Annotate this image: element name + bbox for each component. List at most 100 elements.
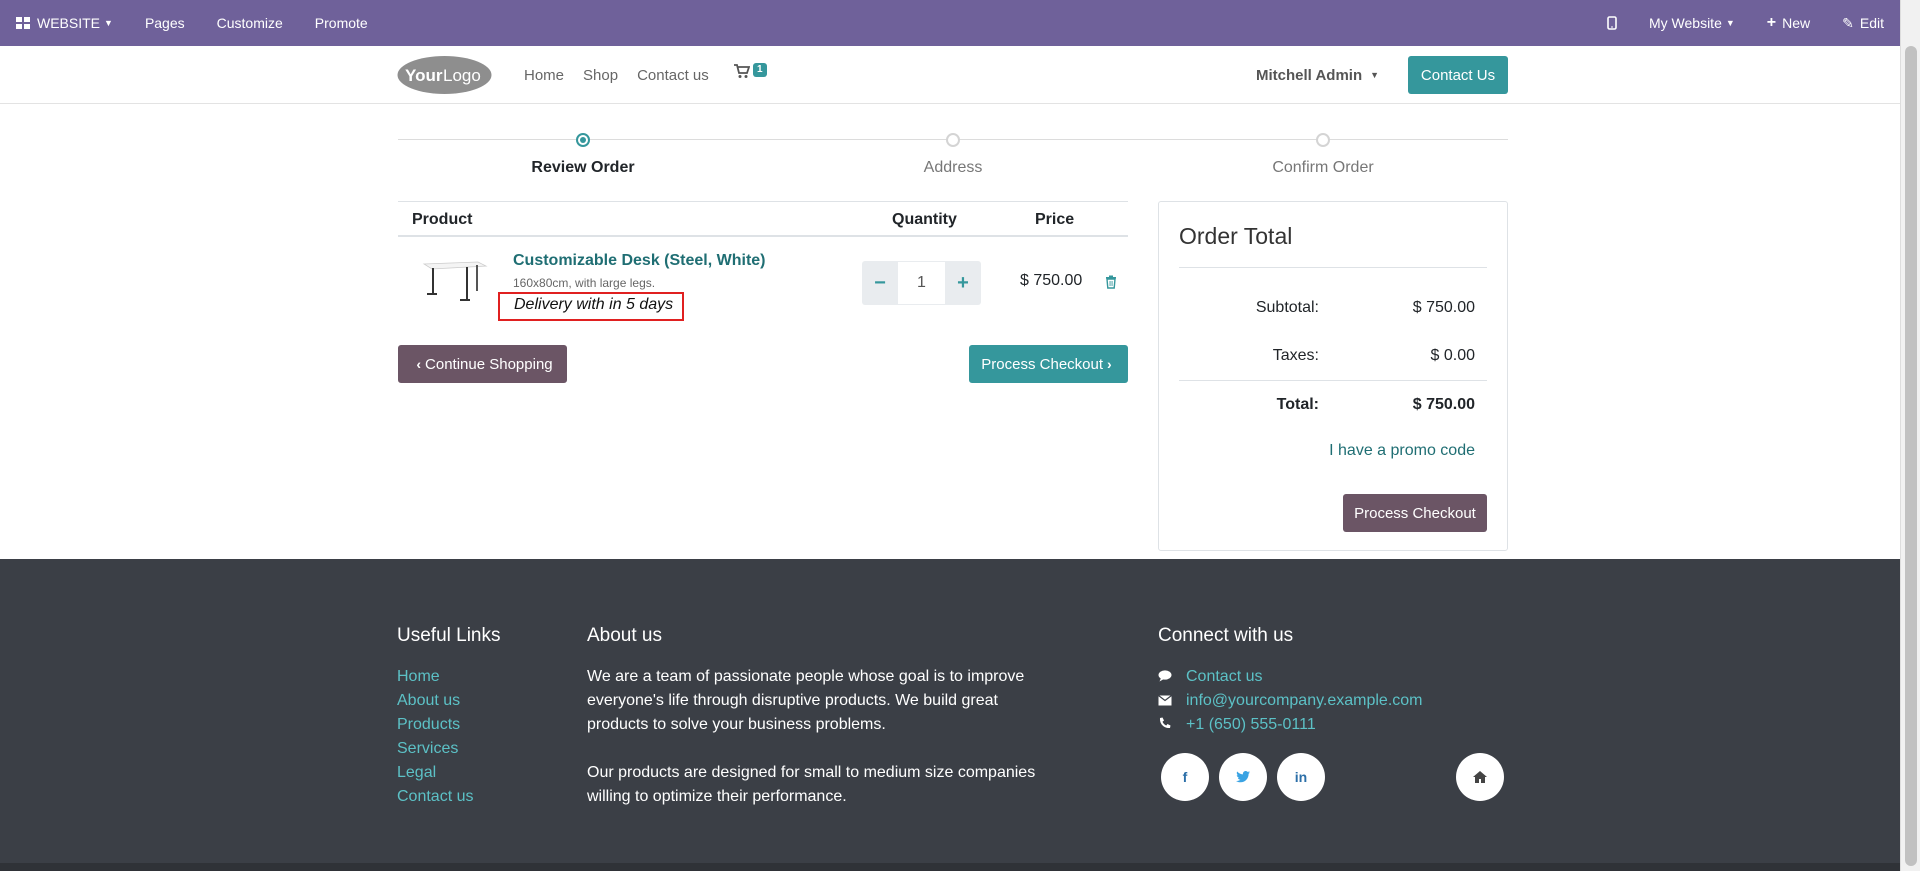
- home-icon[interactable]: [1456, 753, 1504, 801]
- product-image[interactable]: [420, 256, 490, 306]
- product-description: 160x80cm, with large legs.: [513, 276, 656, 290]
- step-review-order: Review Order: [531, 159, 635, 176]
- facebook-icon[interactable]: f: [1161, 753, 1209, 801]
- nav-home[interactable]: Home: [524, 67, 564, 84]
- card-process-checkout-button[interactable]: Process Checkout: [1343, 494, 1487, 532]
- step-dot-confirm: [1316, 133, 1330, 147]
- connect-email-row: info@yourcompany.example.com: [1158, 689, 1423, 713]
- subtotal-value: $ 750.00: [1412, 299, 1475, 316]
- nav-contact-us[interactable]: Contact us: [637, 67, 709, 84]
- step-dot-review: [576, 133, 590, 147]
- order-total-title: Order Total: [1179, 223, 1293, 249]
- column-price: Price: [1035, 211, 1075, 228]
- my-website-menu[interactable]: My Website ▼: [1633, 0, 1751, 46]
- apps-grid-icon: [16, 17, 30, 29]
- phone-icon: [1158, 717, 1186, 733]
- website-menu[interactable]: WEBSITE ▼: [0, 0, 129, 46]
- plus-icon: +: [1766, 14, 1777, 31]
- subtotal-label: Subtotal:: [1255, 299, 1319, 316]
- pencil-icon: ✎: [1842, 14, 1854, 31]
- linkedin-icon[interactable]: in: [1277, 753, 1325, 801]
- admin-top-bar: WEBSITE ▼ Pages Customize Promote My Web…: [0, 0, 1900, 46]
- increase-quantity-button[interactable]: +: [945, 261, 981, 305]
- mobile-icon: [1607, 16, 1617, 30]
- website-menu-label: WEBSITE: [37, 15, 101, 31]
- page-scrollbar[interactable]: [1900, 0, 1920, 871]
- promo-code-link[interactable]: I have a promo code: [1329, 442, 1475, 460]
- total-value: $ 750.00: [1412, 396, 1475, 413]
- product-name-link[interactable]: Customizable Desk (Steel, White): [513, 252, 766, 270]
- site-header: Your Logo Home Shop Contact us 1 Mitchel…: [0, 46, 1900, 104]
- column-product: Product: [412, 211, 473, 228]
- useful-links-title: Useful Links: [397, 625, 501, 646]
- footer-link-about-us[interactable]: About us: [397, 689, 473, 713]
- footer-bottom-bar: [0, 863, 1900, 871]
- twitter-icon[interactable]: [1219, 753, 1267, 801]
- shopping-cart-icon[interactable]: [734, 64, 750, 79]
- chevron-right-icon: ›: [1107, 356, 1112, 372]
- quantity-stepper: − 1 +: [862, 261, 981, 305]
- step-dot-address: [946, 133, 960, 147]
- promote-menu[interactable]: Promote: [299, 0, 384, 46]
- divider: [1179, 380, 1487, 381]
- column-quantity: Quantity: [892, 211, 957, 228]
- pages-menu[interactable]: Pages: [129, 0, 201, 46]
- cart-table-header: Product Quantity Price: [398, 201, 1128, 237]
- footer-link-home[interactable]: Home: [397, 665, 473, 689]
- caret-down-icon: ▼: [1370, 70, 1380, 80]
- taxes-value: $ 0.00: [1430, 347, 1475, 364]
- quantity-input[interactable]: 1: [898, 261, 945, 305]
- footer-link-contact-us[interactable]: Contact us: [397, 785, 473, 809]
- divider: [1179, 267, 1487, 268]
- step-address: Address: [923, 159, 983, 176]
- new-label: New: [1782, 15, 1811, 31]
- useful-links-list: Home About us Products Services Legal Co…: [397, 665, 473, 809]
- chevron-left-icon: ‹: [416, 356, 422, 372]
- taxes-label: Taxes:: [1272, 347, 1319, 364]
- email-link[interactable]: info@yourcompany.example.com: [1186, 692, 1423, 710]
- site-footer: Useful Links Home About us Products Serv…: [0, 559, 1900, 871]
- delivery-note: Delivery with in 5 days: [498, 292, 684, 321]
- phone-link[interactable]: +1 (650) 555-0111: [1186, 716, 1316, 734]
- svg-text:Logo: Logo: [443, 66, 481, 85]
- connect-contact-row: Contact us: [1158, 665, 1423, 689]
- customize-menu[interactable]: Customize: [201, 0, 299, 46]
- edit-label: Edit: [1859, 15, 1884, 31]
- about-paragraph-1: We are a team of passionate people whose…: [587, 668, 1025, 733]
- comment-icon: [1158, 669, 1186, 685]
- caret-down-icon: ▼: [1725, 18, 1735, 28]
- edit-button[interactable]: ✎ Edit: [1826, 0, 1900, 46]
- order-total-card: Order Total Subtotal: $ 750.00 Taxes: $ …: [1158, 201, 1508, 551]
- connect-list: Contact us info@yourcompany.example.com …: [1158, 665, 1423, 737]
- user-menu[interactable]: Mitchell Admin ▼: [1256, 46, 1379, 104]
- total-label: Total:: [1276, 396, 1319, 413]
- continue-shopping-button[interactable]: ‹ Continue Shopping: [398, 345, 567, 383]
- connect-phone-row: +1 (650) 555-0111: [1158, 713, 1423, 737]
- svg-text:Your: Your: [405, 66, 443, 85]
- nav-shop[interactable]: Shop: [583, 67, 618, 84]
- user-name: Mitchell Admin: [1256, 66, 1363, 84]
- step-confirm-order: Confirm Order: [1272, 159, 1374, 176]
- footer-link-products[interactable]: Products: [397, 713, 473, 737]
- about-us-title: About us: [587, 625, 662, 646]
- cart-count-badge: 1: [753, 63, 767, 77]
- contact-us-link[interactable]: Contact us: [1186, 668, 1262, 686]
- company-logo[interactable]: Your Logo: [397, 55, 492, 95]
- envelope-icon: [1158, 694, 1186, 709]
- continue-shopping-label: Continue Shopping: [425, 355, 553, 373]
- connect-title: Connect with us: [1158, 625, 1294, 646]
- mobile-preview-button[interactable]: [1591, 0, 1633, 46]
- decrease-quantity-button[interactable]: −: [862, 261, 898, 305]
- footer-link-services[interactable]: Services: [397, 737, 473, 761]
- new-button[interactable]: + New: [1751, 0, 1826, 46]
- my-website-label: My Website: [1648, 15, 1722, 31]
- main-nav: Home Shop Contact us: [524, 46, 728, 104]
- scrollbar-thumb[interactable]: [1905, 46, 1917, 866]
- footer-link-legal[interactable]: Legal: [397, 761, 473, 785]
- contact-us-button[interactable]: Contact Us: [1408, 56, 1508, 94]
- about-us-text: We are a team of passionate people whose…: [587, 665, 1047, 809]
- about-paragraph-2: Our products are designed for small to m…: [587, 764, 1036, 805]
- line-price: $ 750.00: [1020, 272, 1083, 289]
- trash-icon[interactable]: [1105, 275, 1117, 289]
- process-checkout-button[interactable]: Process Checkout ›: [969, 345, 1128, 383]
